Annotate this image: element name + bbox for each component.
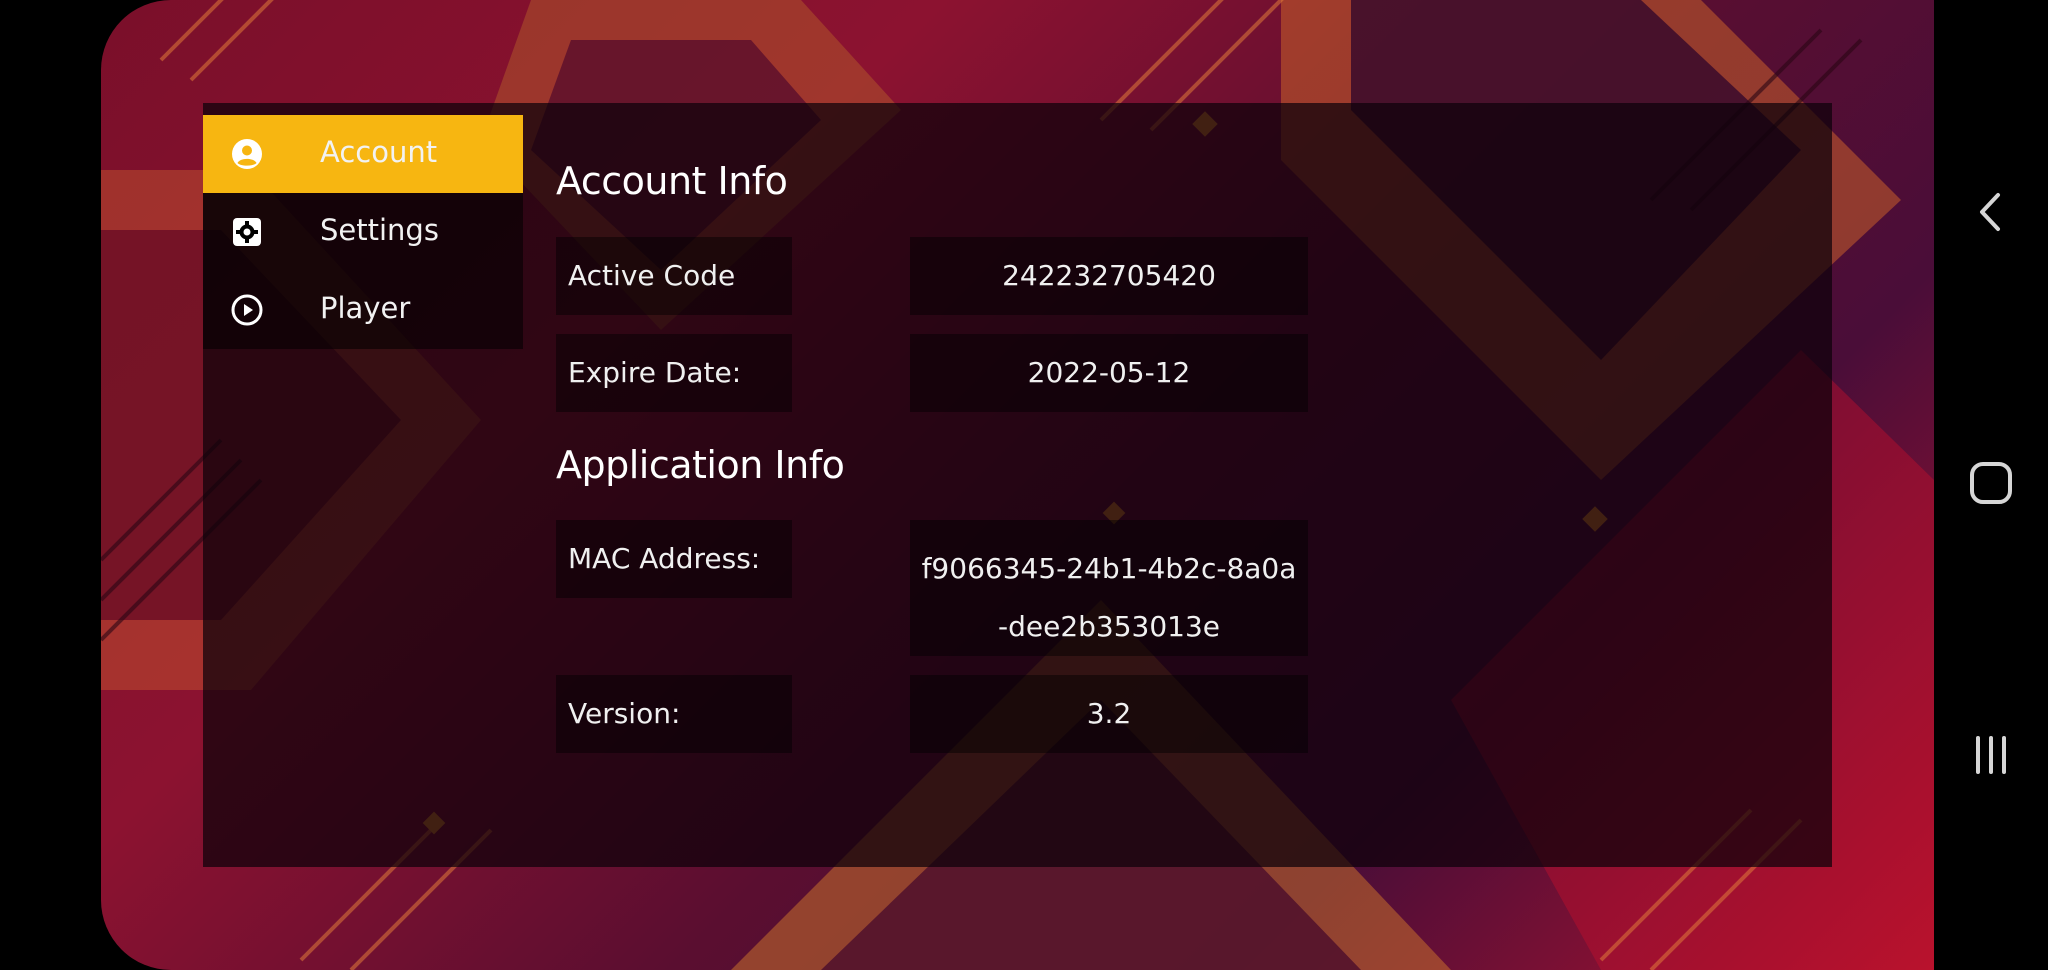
sidebar-item-account[interactable]: Account: [203, 115, 523, 193]
app-window: Account Settings Player Account Info Act…: [101, 0, 1934, 970]
sidebar-item-settings[interactable]: Settings: [203, 193, 523, 271]
expire-date-label: Expire Date:: [556, 334, 792, 412]
user-circle-icon: [232, 139, 262, 169]
system-navigation-bar: [1934, 0, 2048, 970]
sidebar-item-player[interactable]: Player: [203, 271, 523, 349]
mac-address-label: MAC Address:: [556, 520, 792, 598]
account-info-title: Account Info: [556, 159, 788, 203]
back-icon: [1980, 193, 2000, 231]
application-info-title: Application Info: [556, 443, 845, 487]
play-circle-icon: [231, 294, 263, 326]
recents-button[interactable]: [1934, 710, 2048, 800]
back-button[interactable]: [1934, 167, 2048, 257]
active-code-label: Active Code: [556, 237, 792, 315]
version-label: Version:: [556, 675, 792, 753]
device-screen: Account Settings Player Account Info Act…: [0, 0, 2048, 970]
sidebar-menu: Account Settings Player: [203, 115, 523, 349]
sidebar-item-label: Account: [320, 135, 438, 169]
active-code-value: 242232705420: [910, 237, 1308, 315]
sidebar-item-label: Settings: [320, 213, 439, 247]
home-button[interactable]: [1934, 438, 2048, 528]
recents-icon: [1976, 736, 2006, 774]
home-icon: [1970, 462, 2012, 504]
gear-icon: [233, 218, 261, 246]
sidebar-item-label: Player: [320, 291, 411, 325]
expire-date-value: 2022-05-12: [910, 334, 1308, 412]
main-panel: Account Settings Player Account Info Act…: [203, 103, 1832, 867]
mac-address-value: f9066345-24b1-4b2c-8a0a-dee2b353013e: [910, 520, 1308, 656]
version-value: 3.2: [910, 675, 1308, 753]
